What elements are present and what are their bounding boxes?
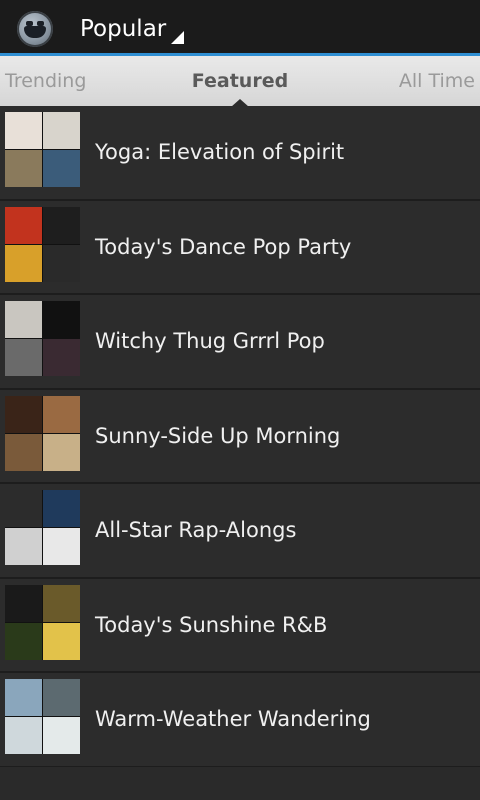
playlist-cover-art [5,679,80,754]
playlist-cover-art [5,112,80,187]
playlist-title: Today's Dance Pop Party [95,234,352,259]
playlist-row[interactable]: All-Star Rap-Alongs [0,484,480,579]
page-title: Popular [80,16,167,42]
playlist-row[interactable]: Yoga: Elevation of Spirit [0,106,480,201]
playlist-cover-art [5,395,80,471]
app-screen: Popular Trending Featured All Time Yoga:… [0,0,480,800]
playlist-row[interactable]: Today's Dance Pop Party [0,200,480,295]
list-end-space [0,767,480,800]
selected-tab-indicator [231,99,249,107]
playlist-cover-art [5,490,80,565]
playlist-title: Warm-Weather Wandering [95,707,371,731]
tab-all-time[interactable]: All Time [399,70,475,92]
mascot-mouth [24,26,46,38]
playlist-title: Today's Sunshine R&B [95,612,328,637]
action-bar: Popular [0,0,480,56]
playlist-cover-art [5,301,80,376]
playlist-row[interactable]: Witchy Thug Grrrl Pop [0,295,480,390]
playlist-title: Yoga: Elevation of Spirit [95,140,345,164]
app-mascot-icon[interactable] [17,11,53,47]
dropdown-corner-icon [171,31,184,44]
playlist-list[interactable]: Yoga: Elevation of Spirit Today's Dance … [0,106,480,768]
playlist-title: Witchy Thug Grrrl Pop [95,329,325,353]
playlist-title: Sunny-Side Up Morning [95,423,341,448]
playlist-row[interactable]: Sunny-Side Up Morning [0,389,480,484]
playlist-cover-art [5,206,80,282]
playlist-row[interactable]: Warm-Weather Wandering [0,673,480,768]
playlist-title: All-Star Rap-Alongs [95,518,297,542]
popular-dropdown[interactable]: Popular [80,14,184,44]
playlist-cover-art [5,584,80,660]
playlist-row[interactable]: Today's Sunshine R&B [0,578,480,673]
